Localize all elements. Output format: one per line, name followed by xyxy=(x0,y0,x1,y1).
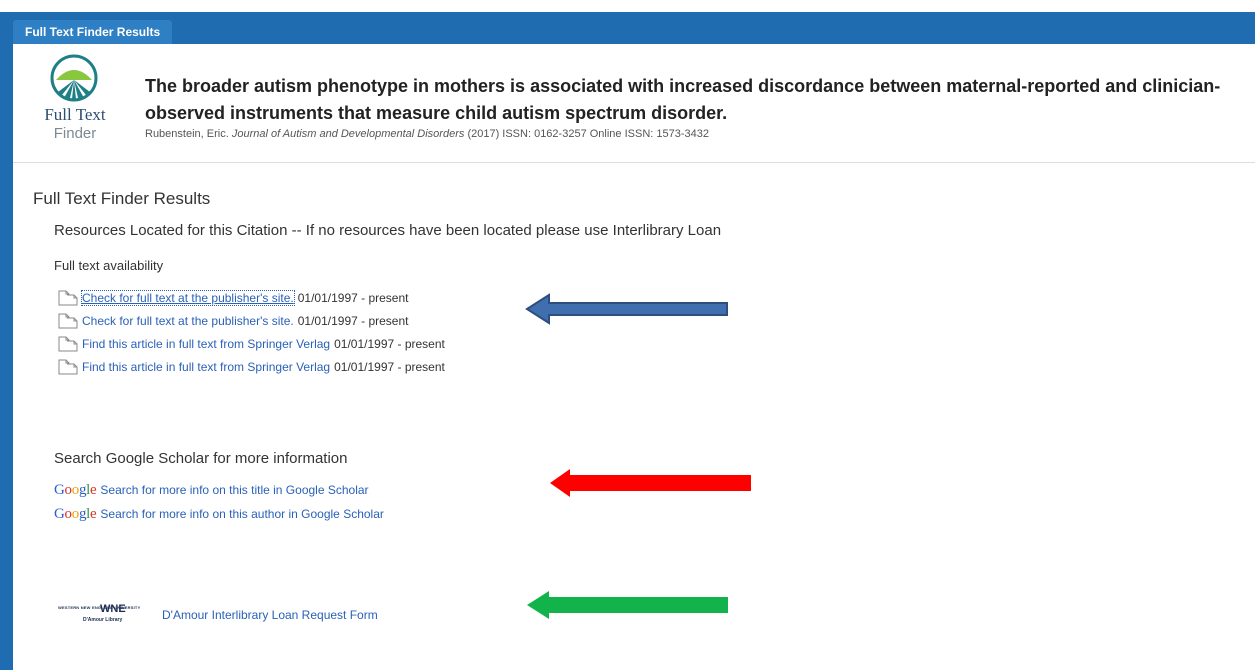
google-scholar-heading: Search Google Scholar for more informati… xyxy=(54,450,348,467)
red-arrow-annotation xyxy=(550,469,751,497)
results-heading: Full Text Finder Results xyxy=(33,189,211,208)
interlibrary-loan-link[interactable]: D'Amour Interlibrary Loan Request Form xyxy=(162,608,378,622)
citation-header: Full Text Finder The broader autism phen… xyxy=(13,44,1255,163)
google-logo-icon: Google xyxy=(54,481,97,498)
globe-logo-icon xyxy=(50,54,98,102)
document-icon xyxy=(58,336,78,351)
document-icon xyxy=(58,359,78,374)
full-text-finder-logo: Full Text Finder xyxy=(30,54,120,160)
scholar-title-search-link[interactable]: Search for more info on this title in Go… xyxy=(100,483,368,497)
full-text-availability-heading: Full text availability xyxy=(54,258,164,273)
tab-full-text-finder-results[interactable]: Full Text Finder Results xyxy=(13,20,173,44)
scholar-link-item: Google Search for more info on this auth… xyxy=(54,502,384,526)
main-panel: Full Text Finder The broader autism phen… xyxy=(13,44,1255,670)
coverage-dates: 01/01/1997 - present xyxy=(297,313,409,328)
wne-logo-library-text: D'Amour Library xyxy=(83,617,123,623)
logo-text-line1: Full Text xyxy=(44,105,106,124)
citation-details: (2017) ISSN: 0162-3257 Online ISSN: 1573… xyxy=(467,128,709,140)
full-text-links-list: Check for full text at the publisher's s… xyxy=(58,286,445,378)
citation-author: Rubenstein, Eric. xyxy=(145,128,229,140)
interlibrary-loan-row: WESTERN NEW ENGLAND UNIVERSITY WNE D'Amo… xyxy=(58,602,378,628)
blue-arrow-annotation xyxy=(525,293,728,325)
document-icon xyxy=(58,290,78,305)
springer-verlag-link-1[interactable]: Find this article in full text from Spri… xyxy=(82,337,330,351)
citation-line: Rubenstein, Eric. Journal of Autism and … xyxy=(145,128,709,140)
resources-located-text: Resources Located for this Citation -- I… xyxy=(54,222,722,239)
wne-library-logo: WESTERN NEW ENGLAND UNIVERSITY WNE D'Amo… xyxy=(58,602,154,628)
full-text-link-item: Check for full text at the publisher's s… xyxy=(58,286,445,309)
google-scholar-links: Google Search for more info on this titl… xyxy=(54,478,384,526)
green-arrow-annotation xyxy=(527,591,728,619)
scholar-author-search-link[interactable]: Search for more info on this author in G… xyxy=(100,507,384,521)
full-text-link-item: Find this article in full text from Spri… xyxy=(58,332,445,355)
coverage-dates: 01/01/1997 - present xyxy=(334,359,445,374)
publisher-site-link-2[interactable]: Check for full text at the publisher's s… xyxy=(82,314,294,328)
coverage-dates: 01/01/1997 - present xyxy=(297,290,409,305)
scholar-link-item: Google Search for more info on this titl… xyxy=(54,478,384,502)
citation-journal: Journal of Autism and Developmental Diso… xyxy=(231,128,465,140)
article-title: The broader autism phenotype in mothers … xyxy=(145,76,1221,123)
top-strip xyxy=(0,0,1255,12)
publisher-site-link-1[interactable]: Check for full text at the publisher's s… xyxy=(81,289,295,306)
wne-logo-big-text: WNE xyxy=(100,603,126,615)
logo-text-line2: Finder xyxy=(53,125,97,142)
springer-verlag-link-2[interactable]: Find this article in full text from Spri… xyxy=(82,360,330,374)
full-text-link-item: Check for full text at the publisher's s… xyxy=(58,309,445,332)
full-text-link-item: Find this article in full text from Spri… xyxy=(58,355,445,378)
tab-bar xyxy=(0,12,1255,44)
google-logo-icon: Google xyxy=(54,505,97,522)
coverage-dates: 01/01/1997 - present xyxy=(334,336,445,351)
document-icon xyxy=(58,313,78,328)
